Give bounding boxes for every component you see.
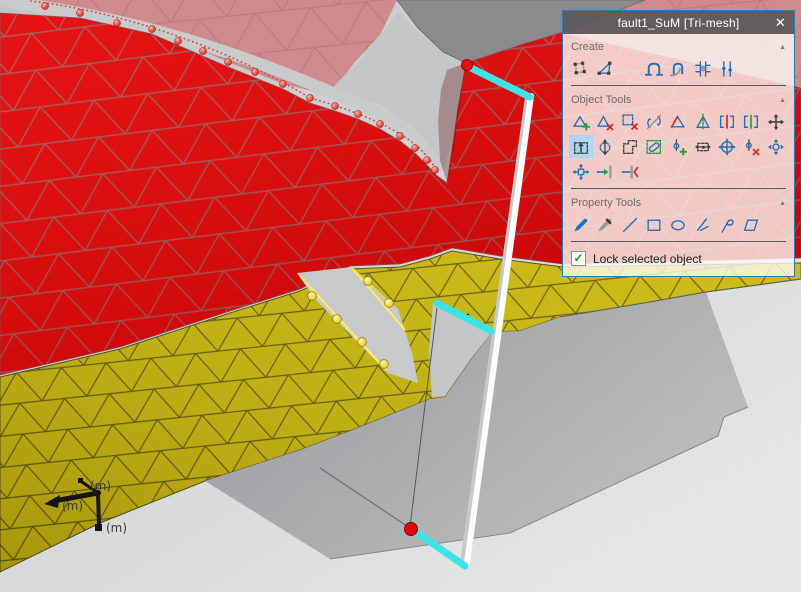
- move-node-free-button[interactable]: [593, 135, 617, 158]
- object-tool-row-1: [569, 109, 788, 134]
- lock-selected-label: Lock selected object: [593, 252, 702, 266]
- add-triangle-button[interactable]: [569, 110, 593, 133]
- move-node-in-plane-button[interactable]: [715, 135, 739, 158]
- smooth-region-button[interactable]: [642, 135, 666, 158]
- collapse-create-icon[interactable]: ▲: [779, 44, 786, 51]
- lock-selected-row: ✓ Lock selected object: [569, 245, 788, 271]
- close-icon[interactable]: ✕: [775, 16, 786, 29]
- panel-title: fault1_SuM [Tri-mesh]: [618, 16, 740, 30]
- section-label-object-tools: Object Tools: [571, 94, 631, 106]
- highlight-triangle-button[interactable]: [666, 110, 690, 133]
- draw-lasso-button[interactable]: [715, 213, 739, 236]
- section-label-create: Create: [571, 41, 604, 53]
- object-tool-row-3: [569, 159, 788, 184]
- translate-node-vertical-button[interactable]: [569, 135, 593, 158]
- checkmark-icon: ✓: [573, 252, 583, 264]
- section-header-object-tools: Object Tools ▲: [569, 89, 788, 109]
- axis-label-x: (m): [62, 499, 83, 513]
- paintbrush-button[interactable]: [569, 213, 593, 236]
- collapse-object-tools-icon[interactable]: ▲: [779, 97, 786, 104]
- delete-triangle-button[interactable]: [593, 110, 617, 133]
- panel-body: Create ▲: [563, 34, 794, 276]
- delete-node-button[interactable]: [739, 135, 763, 158]
- delete-selection-button[interactable]: [618, 110, 642, 133]
- create-bridge-button[interactable]: [690, 57, 714, 80]
- move-object-button[interactable]: [763, 110, 787, 133]
- separator: [571, 188, 786, 189]
- select-region-button[interactable]: [618, 135, 642, 158]
- control-node-top[interactable]: [462, 60, 473, 71]
- create-parallel-sections-button[interactable]: [715, 57, 739, 80]
- color-picker-button[interactable]: [593, 213, 617, 236]
- section-header-property-tools: Property Tools ▲: [569, 192, 788, 212]
- add-node-button[interactable]: [666, 135, 690, 158]
- separator: [571, 241, 786, 242]
- draw-rectangle-button[interactable]: [642, 213, 666, 236]
- property-tool-row: [569, 212, 788, 237]
- draw-ellipse-button[interactable]: [666, 213, 690, 236]
- snap-to-border-button[interactable]: [593, 160, 617, 183]
- section-header-create: Create ▲: [569, 36, 788, 56]
- create-point-grid-button[interactable]: [618, 57, 642, 80]
- control-node-bottom[interactable]: [405, 523, 418, 536]
- move-all-nodes-button[interactable]: [569, 160, 593, 183]
- axis-label-z: (m): [90, 479, 111, 493]
- move-node-horizontal-button[interactable]: [690, 135, 714, 158]
- object-tool-row-2: [569, 134, 788, 159]
- collapse-edge-green-button[interactable]: [739, 110, 763, 133]
- draw-angle-button[interactable]: [690, 213, 714, 236]
- axis-label-y: (m): [106, 521, 127, 535]
- create-stamp-curve-button[interactable]: [666, 57, 690, 80]
- mirror-triangle-button[interactable]: [690, 110, 714, 133]
- create-stamp-section-button[interactable]: [642, 57, 666, 80]
- collapse-property-tools-icon[interactable]: ▲: [779, 200, 786, 207]
- tool-panel: fault1_SuM [Tri-mesh] ✕ Create ▲: [562, 10, 795, 277]
- section-label-property-tools: Property Tools: [571, 197, 641, 209]
- release-from-border-button[interactable]: [618, 160, 642, 183]
- draw-line-button[interactable]: [618, 213, 642, 236]
- create-point-set-button[interactable]: [569, 57, 593, 80]
- create-tool-row: [569, 56, 788, 81]
- collapse-edge-red-button[interactable]: [715, 110, 739, 133]
- draw-parallelogram-button[interactable]: [739, 213, 763, 236]
- flip-normals-button[interactable]: [642, 110, 666, 133]
- lock-selected-checkbox[interactable]: ✓: [571, 251, 586, 266]
- move-node-normal-button[interactable]: [763, 135, 787, 158]
- viewport-3d: (m) (m) (m) fault1_SuM [Tri-mesh] ✕ Crea…: [0, 0, 801, 592]
- create-triangle-from-points-button[interactable]: [593, 57, 617, 80]
- panel-titlebar[interactable]: fault1_SuM [Tri-mesh] ✕: [563, 11, 794, 34]
- separator: [571, 85, 786, 86]
